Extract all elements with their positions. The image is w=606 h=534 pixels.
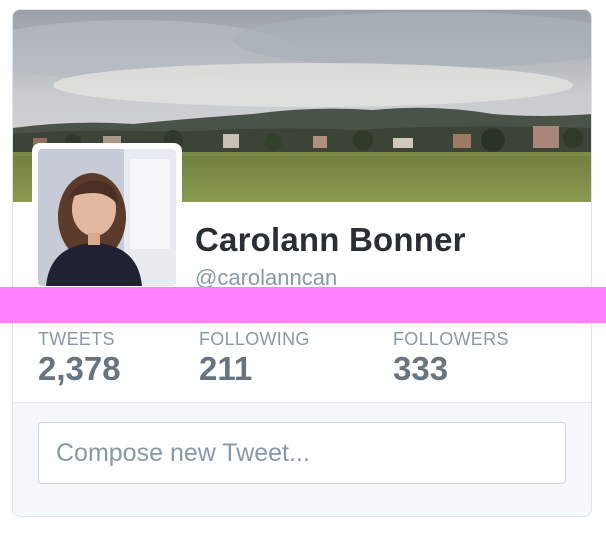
stat-following-label: FOLLOWING — [199, 329, 310, 349]
stat-tweets-label: TWEETS — [38, 329, 115, 349]
stat-followers-label: FOLLOWERS — [393, 329, 509, 349]
compose-tweet-input[interactable]: Compose new Tweet... — [38, 422, 566, 484]
stat-followers[interactable]: FOLLOWERS 333 — [393, 328, 509, 388]
compose-area: Compose new Tweet... — [13, 403, 591, 516]
avatar[interactable] — [32, 143, 182, 292]
stat-tweets-value: 2,378 — [38, 350, 121, 387]
stat-following[interactable]: FOLLOWING 211 — [199, 328, 310, 388]
stat-following-value: 211 — [199, 350, 253, 387]
stat-followers-value: 333 — [393, 350, 449, 387]
profile-card: Carolann Bonner @carolanncan TWEETS 2,37… — [12, 9, 592, 517]
profile-name[interactable]: Carolann Bonner — [195, 221, 466, 259]
highlight-band — [0, 287, 606, 323]
stat-tweets[interactable]: TWEETS 2,378 — [38, 328, 121, 388]
